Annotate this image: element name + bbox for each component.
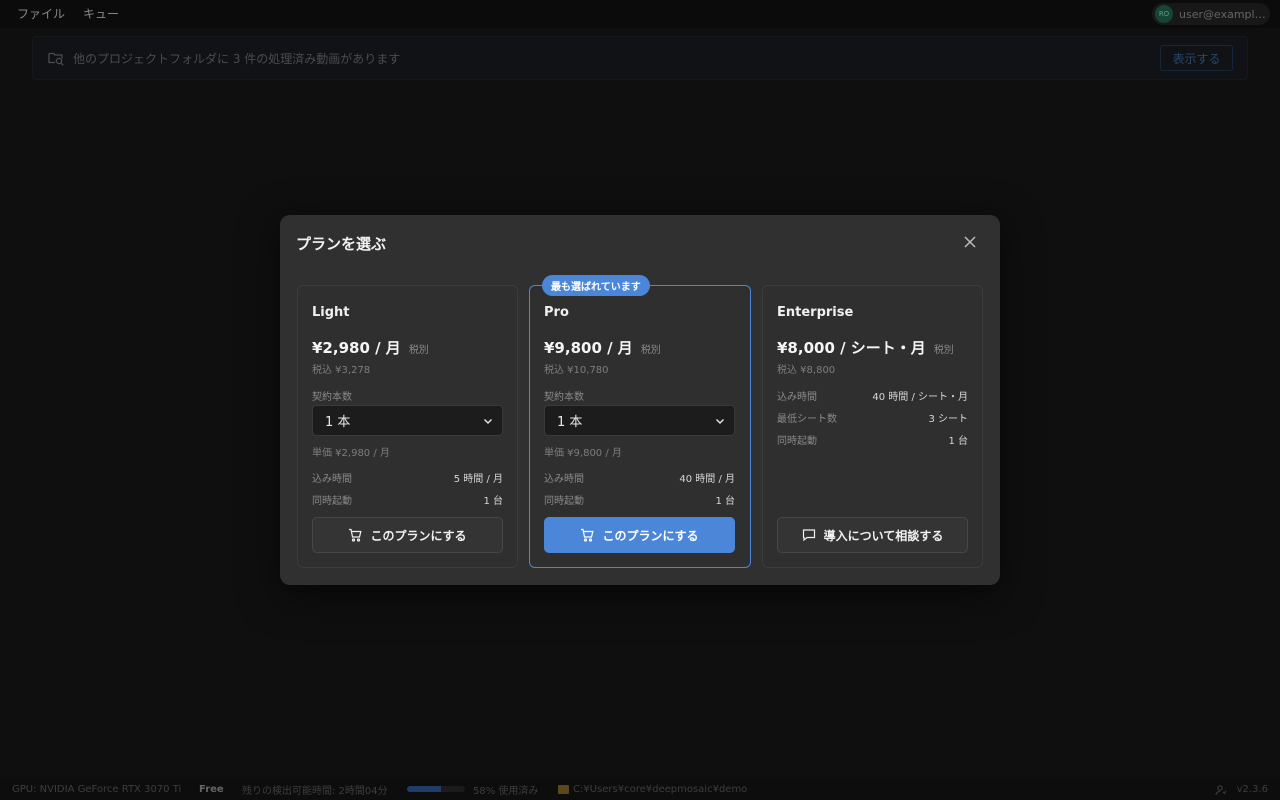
chevron-down-icon xyxy=(715,418,725,425)
contract-count-select[interactable]: 1 本 xyxy=(544,405,735,436)
feature-value: 3 シート xyxy=(928,414,968,425)
select-plan-button[interactable]: このプランにする xyxy=(544,517,735,553)
plan-card-enterprise: Enterprise ¥8,000 / シート・月 税別 税込 ¥8,800 込… xyxy=(762,285,983,568)
plan-name: Pro xyxy=(544,305,569,320)
unit-price: 単価 ¥2,980 / 月 xyxy=(312,448,390,459)
contact-sales-button[interactable]: 導入について相談する xyxy=(777,517,968,553)
plan-name: Enterprise xyxy=(777,305,854,320)
plan-price: ¥9,800 / 月 xyxy=(544,339,633,357)
feature-label: 込み時間 xyxy=(544,474,584,485)
unit-price: 単価 ¥9,800 / 月 xyxy=(544,448,622,459)
feature-row: 同時起動 1 台 xyxy=(777,432,968,447)
feature-label: 同時起動 xyxy=(544,496,584,507)
plan-select-dialog: プランを選ぶ Light ¥2,980 / 月 税別 税込 ¥3,278 契約本… xyxy=(280,215,1000,585)
feature-value: 40 時間 / 月 xyxy=(679,474,735,485)
feature-row: 込み時間 40 時間 / シート・月 xyxy=(777,388,968,403)
feature-value: 1 台 xyxy=(948,436,968,447)
tax-label: 税別 xyxy=(933,345,954,356)
plan-card-light: Light ¥2,980 / 月 税別 税込 ¥3,278 契約本数 1 本 単… xyxy=(297,285,518,568)
plan-price: ¥8,000 / シート・月 xyxy=(777,339,926,357)
plan-price: ¥2,980 / 月 xyxy=(312,339,401,357)
tax-included-price: 税込 ¥3,278 xyxy=(312,365,371,376)
select-plan-button[interactable]: このプランにする xyxy=(312,517,503,553)
popular-badge: 最も選ばれています xyxy=(542,275,650,296)
feature-row: 最低シート数 3 シート xyxy=(777,410,968,425)
feature-label: 込み時間 xyxy=(312,474,352,485)
contact-sales-label: 導入について相談する xyxy=(823,528,944,543)
chat-icon xyxy=(802,529,815,542)
feature-label: 同時起動 xyxy=(777,436,817,447)
feature-label: 最低シート数 xyxy=(777,414,837,425)
tax-included-price: 税込 ¥8,800 xyxy=(777,365,836,376)
feature-row: 同時起動 1 台 xyxy=(544,492,735,507)
feature-row: 込み時間 40 時間 / 月 xyxy=(544,470,735,485)
plan-name: Light xyxy=(312,305,350,320)
feature-row: 同時起動 1 台 xyxy=(312,492,503,507)
cart-icon xyxy=(349,528,362,542)
feature-label: 同時起動 xyxy=(312,496,352,507)
feature-value: 1 台 xyxy=(715,496,735,507)
select-plan-label: このプランにする xyxy=(370,528,467,543)
cart-icon xyxy=(581,528,594,542)
plan-card-pro: 最も選ばれています Pro ¥9,800 / 月 税別 税込 ¥10,780 契… xyxy=(529,275,751,568)
feature-label: 込み時間 xyxy=(777,392,817,403)
contract-label: 契約本数 xyxy=(544,392,584,403)
close-icon[interactable] xyxy=(962,234,978,250)
feature-value: 40 時間 / シート・月 xyxy=(872,392,968,403)
tax-label: 税別 xyxy=(408,345,429,356)
chevron-down-icon xyxy=(483,418,493,425)
contract-label: 契約本数 xyxy=(312,392,352,403)
contract-count-select[interactable]: 1 本 xyxy=(312,405,503,436)
price-row: ¥2,980 / 月 税別 xyxy=(312,337,429,358)
dialog-title: プランを選ぶ xyxy=(296,235,387,253)
price-row: ¥8,000 / シート・月 税別 xyxy=(777,337,954,358)
feature-row: 込み時間 5 時間 / 月 xyxy=(312,470,503,485)
tax-included-price: 税込 ¥10,780 xyxy=(544,365,609,376)
feature-value: 5 時間 / 月 xyxy=(453,474,503,485)
contract-count-value: 1 本 xyxy=(325,415,351,430)
select-plan-label: このプランにする xyxy=(602,528,699,543)
contract-count-value: 1 本 xyxy=(557,415,583,430)
price-row: ¥9,800 / 月 税別 xyxy=(544,337,661,358)
tax-label: 税別 xyxy=(640,345,661,356)
feature-value: 1 台 xyxy=(483,496,503,507)
